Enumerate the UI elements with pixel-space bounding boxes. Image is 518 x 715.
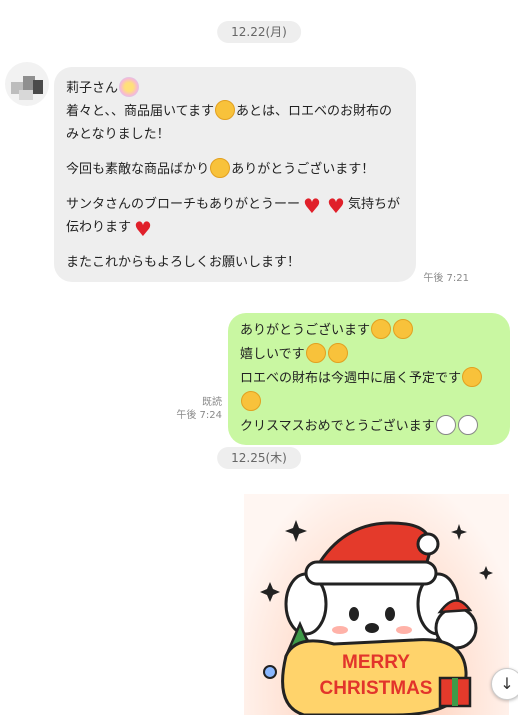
dog-eye xyxy=(385,607,395,621)
outgoing-message-bubble[interactable]: ありがとうございます 嬉しいです ロエベの財布は今週中に届く予定です クリスマス… xyxy=(228,313,510,445)
date-separator: 12.22(月) xyxy=(217,21,301,43)
sparkle-icon xyxy=(479,566,493,580)
message-line: 着々と、、商品届いてます xyxy=(66,104,214,119)
red-heart-emoji-icon: ♥ xyxy=(303,194,321,218)
puppy-emoji-icon xyxy=(435,415,456,435)
message-line: ロエベの財布は今週中に届く予定です xyxy=(240,371,462,386)
sticker-text-line1: MERRY xyxy=(342,652,410,673)
red-heart-emoji-icon: ♥ xyxy=(327,194,345,218)
candy-icon xyxy=(263,665,277,679)
smiling-face-emoji-icon xyxy=(393,319,414,339)
scroll-to-bottom-button[interactable]: ↓ xyxy=(491,668,518,700)
message-timestamp: 午後 7:21 xyxy=(423,273,469,284)
santa-hat-brim xyxy=(304,560,438,586)
celebrating-face-emoji-icon xyxy=(210,158,231,178)
gift-ribbon xyxy=(452,678,458,706)
message-line: 嬉しいです xyxy=(240,347,305,362)
message-line: 莉子さん xyxy=(66,81,119,96)
date-label: 12.25(木) xyxy=(231,451,287,465)
celebrating-face-emoji-icon xyxy=(305,343,326,363)
message-line: またこれからもよろしくお願いします！ xyxy=(66,255,301,270)
santa-hat-pompom xyxy=(416,532,440,556)
dog-cheek xyxy=(396,626,412,634)
message-timestamp: 午後 7:24 xyxy=(176,410,222,421)
sparkle-icon xyxy=(260,582,280,602)
message-meta: 既読 午後 7:24 xyxy=(168,396,222,422)
smiling-face-emoji-icon xyxy=(371,319,392,339)
date-label: 12.22(月) xyxy=(231,25,287,39)
message-line: 今回も素敵な商品ばかり xyxy=(66,162,210,177)
sticker-text-line2: CHRISTMAS xyxy=(320,678,433,699)
celebrating-face-emoji-icon xyxy=(327,343,348,363)
pleading-face-emoji-icon xyxy=(214,100,235,120)
party-face-emoji-icon xyxy=(241,391,261,411)
dog-cheek xyxy=(332,626,348,634)
message-line: ありがとうございます xyxy=(240,323,371,338)
sparkle-icon xyxy=(285,520,307,542)
dog-nose xyxy=(365,623,379,633)
read-receipt: 既読 xyxy=(202,397,222,408)
avatar[interactable] xyxy=(5,62,49,106)
arrow-down-icon: ↓ xyxy=(500,674,514,693)
sticker-illustration: MERRY CHRISTMAS xyxy=(260,520,493,715)
message-line: クリスマスおめでとうございます xyxy=(240,419,435,434)
puppy-emoji-icon xyxy=(457,415,478,435)
incoming-message-bubble[interactable]: 莉子さん 着々と、、商品届いてます あとは、ロエベのお財布のみとなりました！ 今回… xyxy=(54,67,416,282)
message-line: ありがとうございます！ xyxy=(231,162,375,177)
red-heart-emoji-icon: ♥ xyxy=(134,217,152,241)
sparkle-emoji-icon xyxy=(119,77,140,97)
sparkle-icon xyxy=(451,524,467,540)
party-face-emoji-icon xyxy=(462,367,483,387)
dog-eye xyxy=(349,607,359,621)
christmas-sticker[interactable]: MERRY CHRISTMAS xyxy=(244,494,509,715)
date-separator: 12.25(木) xyxy=(217,447,301,469)
message-line: サンタさんのブローチもありがとうーー xyxy=(66,197,301,212)
